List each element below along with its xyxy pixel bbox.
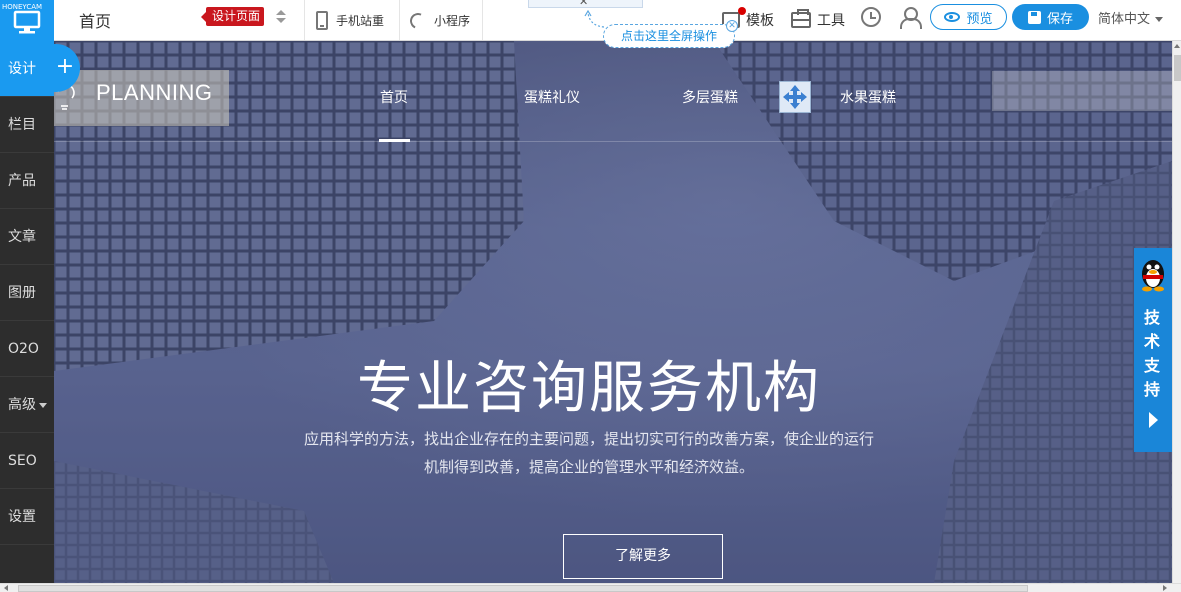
mobile-site-label: 手机站重 — [336, 13, 385, 28]
nav-item-fruit-cake[interactable]: 水果蛋糕 — [840, 87, 896, 107]
nav-item-tiered-cake[interactable]: 多层蛋糕 — [682, 87, 738, 107]
tech-support-label: 技 术 支 持 — [1144, 306, 1162, 402]
sidebar-item-label: 图册 — [8, 285, 36, 301]
toolbar-divider — [304, 0, 305, 40]
sidebar-item-seo[interactable]: SEO — [0, 433, 54, 489]
phone-icon — [316, 10, 328, 30]
sidebar-item-gallery[interactable]: 图册 — [0, 265, 54, 321]
chevron-down-icon — [39, 402, 47, 408]
sidebar-item-articles[interactable]: 文章 — [0, 209, 54, 265]
support-char: 技 — [1144, 308, 1161, 327]
left-sidebar: 设计 栏目 产品 文章 图册 O2O 高级 SEO 设置 — [0, 41, 54, 592]
fullscreen-tip-text: 点击这里全屏操作 — [620, 29, 717, 43]
monitor-icon — [13, 10, 41, 34]
nav-item-home[interactable]: 首页 — [380, 87, 408, 107]
qq-penguin-icon — [1142, 260, 1164, 292]
brand-logo[interactable]: PLANNING — [54, 70, 229, 126]
hero-subtitle-line1: 应用科学的方法，找出企业存在的主要问题，提出切实可行的改善方案，使企业的运行 — [303, 430, 874, 448]
mini-program-button[interactable]: 小程序 — [408, 0, 470, 40]
vertical-scroll-thumb[interactable] — [1174, 55, 1181, 81]
mini-program-icon — [408, 11, 426, 29]
vertical-scrollbar[interactable] — [1172, 41, 1181, 583]
tech-support-widget[interactable]: 技 术 支 持 — [1134, 248, 1172, 452]
language-select[interactable]: 简体中文 — [1098, 8, 1163, 27]
save-button[interactable]: 保存 — [1012, 4, 1089, 30]
sidebar-item-label: O2O — [8, 341, 39, 357]
design-page-badge: 设计页面 — [200, 7, 265, 26]
page-title[interactable]: 首页 — [79, 8, 111, 32]
support-char: 持 — [1144, 380, 1161, 399]
sidebar-item-label: 产品 — [8, 173, 36, 189]
move-handle-icon[interactable] — [779, 81, 811, 113]
fullscreen-tip[interactable]: 点击这里全屏操作 ✕ — [603, 20, 738, 48]
close-icon: ✕ — [579, 0, 589, 8]
preview-label: 预览 — [966, 11, 993, 27]
support-char: 术 — [1144, 332, 1161, 351]
sidebar-item-o2o[interactable]: O2O — [0, 321, 54, 377]
page-switch-icon[interactable] — [276, 10, 286, 24]
history-clock-icon[interactable] — [861, 7, 881, 27]
hero-title: 专业咨询服务机构 — [357, 356, 821, 421]
save-icon — [1027, 10, 1041, 24]
sidebar-item-label: SEO — [8, 453, 37, 469]
toolbar-divider — [482, 0, 483, 40]
hero-subtitle-line2: 机制得到改善，提高企业的管理水平和经济效益。 — [423, 458, 754, 476]
close-icon[interactable]: ✕ — [726, 20, 738, 32]
scroll-left-icon[interactable] — [4, 585, 8, 591]
toolbox-icon — [791, 9, 811, 28]
nav-divider — [54, 141, 1172, 142]
header-placeholder-block[interactable] — [992, 71, 1172, 111]
sidebar-item-design[interactable]: 设计 — [0, 41, 54, 97]
preview-button[interactable]: 预览 — [930, 4, 1007, 30]
sidebar-item-settings[interactable]: 设置 — [0, 489, 54, 545]
horizontal-scroll-thumb[interactable] — [18, 585, 1028, 592]
app-logo[interactable]: HONEYCAM — [0, 0, 54, 41]
mobile-site-button[interactable]: 手机站重 — [316, 0, 384, 40]
sidebar-item-label: 设置 — [8, 509, 36, 525]
scroll-up-icon[interactable] — [1174, 44, 1180, 48]
nav-item-cake-etiquette[interactable]: 蛋糕礼仪 — [524, 87, 580, 107]
sidebar-item-label: 高级 — [8, 397, 36, 413]
sidebar-item-label: 栏目 — [8, 117, 36, 133]
tools-button[interactable]: 工具 — [791, 0, 845, 40]
mini-program-label: 小程序 — [434, 13, 471, 28]
notification-dot — [738, 7, 746, 15]
play-arrow-icon — [1149, 412, 1158, 428]
sidebar-item-products[interactable]: 产品 — [0, 153, 54, 209]
tip-arrow-icon — [584, 10, 605, 28]
editor-window: HONEYCAM 首页 设计页面 手机站重 小程序 ✕ 模板 工具 预览 保存 … — [0, 0, 1181, 592]
tools-label: 工具 — [817, 13, 845, 29]
eye-icon — [944, 12, 961, 22]
horizontal-scrollbar[interactable] — [0, 583, 1181, 592]
sidebar-item-label: 设计 — [8, 61, 36, 77]
site-preview-canvas[interactable]: PLANNING 首页 蛋糕礼仪 多层蛋糕 水果蛋糕 专业咨询服务机构 应用科学… — [54, 41, 1172, 583]
sidebar-item-advanced[interactable]: 高级 — [0, 377, 54, 433]
user-icon[interactable] — [900, 7, 922, 29]
save-label: 保存 — [1046, 11, 1073, 27]
learn-more-button[interactable]: 了解更多 — [563, 534, 723, 579]
sidebar-item-label: 文章 — [8, 229, 36, 245]
toolbar-divider — [399, 0, 400, 40]
brand-name: PLANNING — [96, 80, 213, 105]
sidebar-item-columns[interactable]: 栏目 — [0, 97, 54, 153]
fullscreen-pulltab[interactable]: ✕ — [528, 0, 643, 8]
template-label: 模板 — [746, 13, 774, 29]
support-char: 支 — [1144, 356, 1161, 375]
scroll-right-icon[interactable] — [1163, 585, 1167, 591]
